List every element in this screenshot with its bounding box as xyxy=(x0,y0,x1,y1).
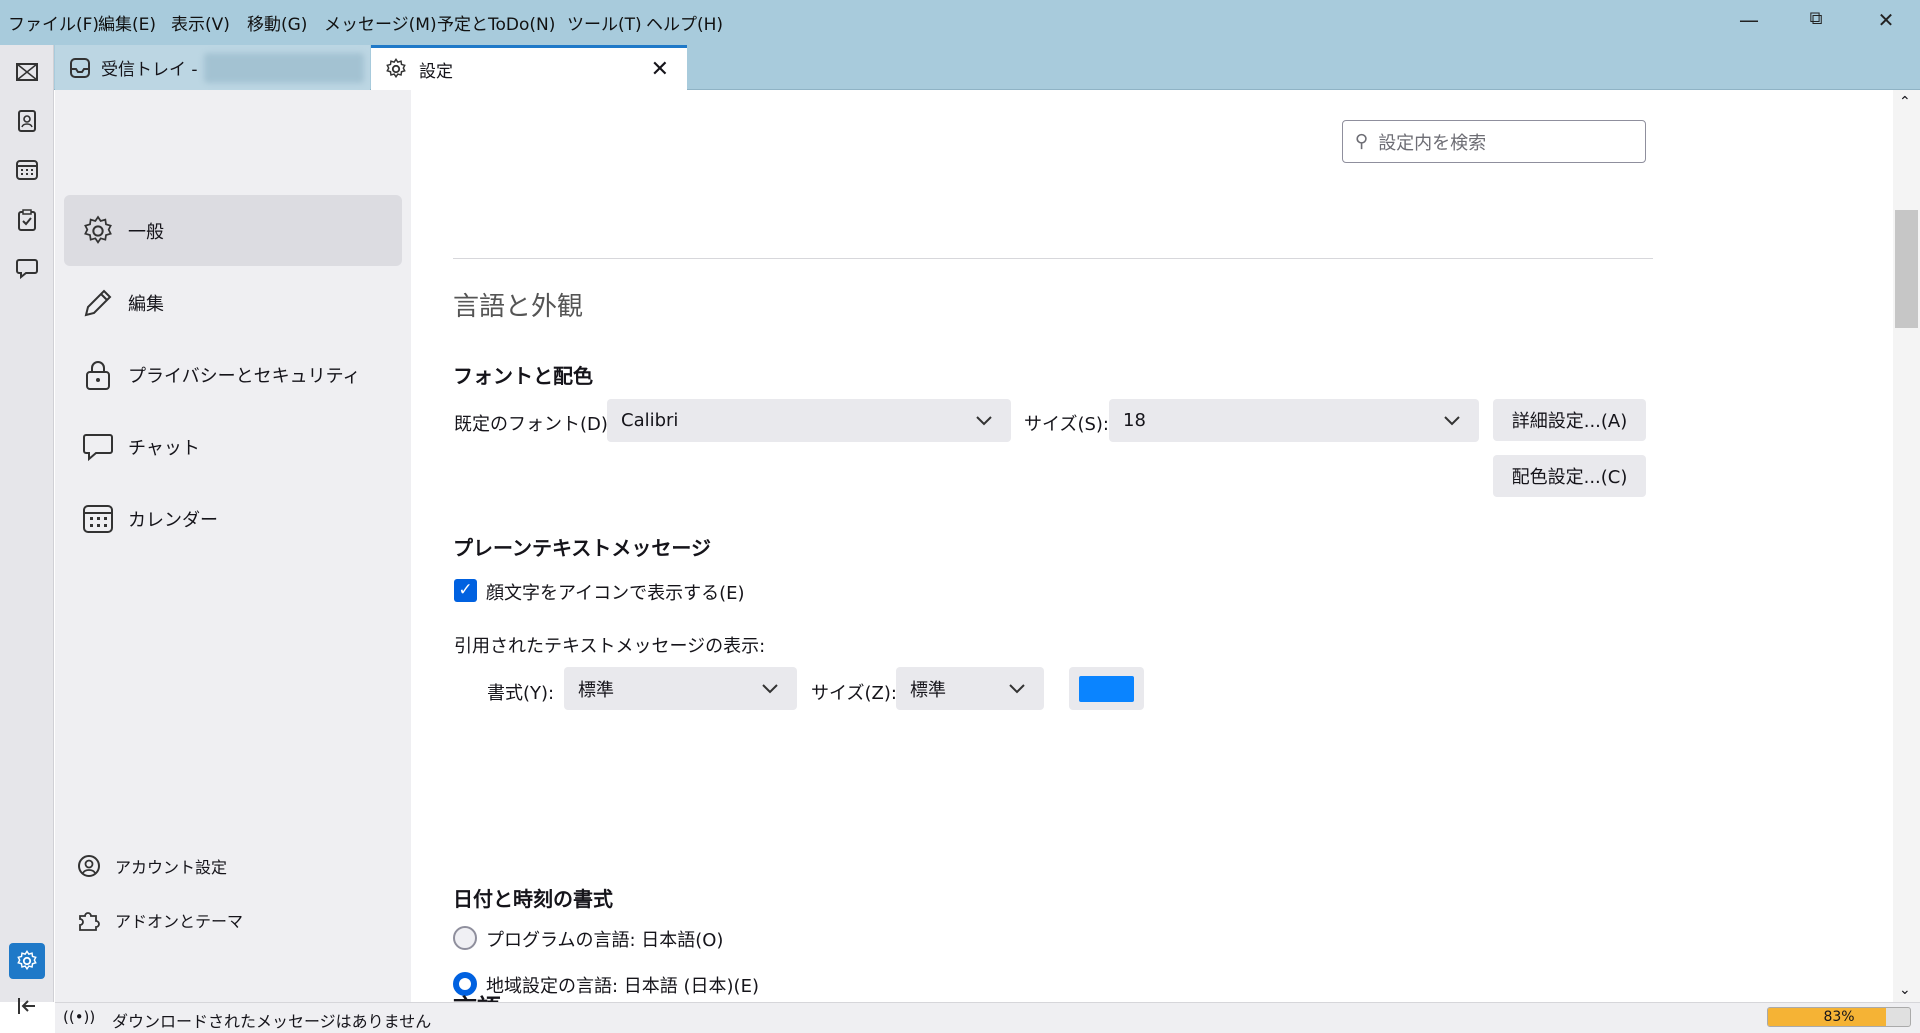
sidebar-item-label: 編集 xyxy=(128,293,164,315)
menu-message[interactable]: メッセージ(M) xyxy=(324,10,437,35)
datetime-heading: 日付と時刻の書式 xyxy=(453,887,613,911)
chevron-down-icon xyxy=(762,684,778,694)
font-size-select[interactable]: 18 xyxy=(1109,399,1479,442)
chevron-down-icon xyxy=(1444,416,1460,426)
emoticons-checkbox[interactable]: ✓ xyxy=(454,579,477,602)
divider xyxy=(453,258,1653,259)
select-value: Calibri xyxy=(621,410,679,431)
tab-settings[interactable]: 設定 ✕ xyxy=(371,45,687,90)
progress-bar: 83% xyxy=(1767,1007,1911,1027)
color-swatch xyxy=(1079,675,1134,702)
menu-events-tasks[interactable]: 予定とToDo(N) xyxy=(437,10,555,35)
account-name-blurred xyxy=(203,52,364,83)
language-heading: 言語 xyxy=(453,988,501,1002)
status-bar: ((•)) ダウンロードされたメッセージはありません 83% xyxy=(55,1002,1920,1033)
calendar-icon xyxy=(83,504,113,533)
account-settings-label: アカウント設定 xyxy=(115,858,228,877)
font-size-label: サイズ(S): xyxy=(1024,414,1109,435)
select-value: 標準 xyxy=(578,679,614,701)
chevron-down-icon xyxy=(1009,684,1025,694)
scroll-up-icon[interactable]: ⌃ xyxy=(1899,94,1911,110)
tab-inbox[interactable]: 受信トレイ - xyxy=(55,45,370,90)
default-font-select[interactable]: Calibri xyxy=(607,399,1011,442)
gear-icon xyxy=(386,58,406,79)
addons-themes-label: アドオンとテーマ xyxy=(115,912,244,931)
quote-size-select[interactable]: 標準 xyxy=(896,667,1044,710)
sidebar-item-general[interactable]: 一般 xyxy=(64,195,402,266)
select-value: 18 xyxy=(1123,410,1146,431)
settings-space-button[interactable] xyxy=(9,943,45,979)
calendar-icon[interactable] xyxy=(13,156,41,184)
tab-label: 受信トレイ - xyxy=(101,60,198,80)
menu-tools[interactable]: ツール(T) xyxy=(567,10,642,35)
radio-regional-locale-label[interactable]: 地域設定の言語: 日本語 (日本)(E) xyxy=(486,972,759,998)
search-icon: ⚲ xyxy=(1355,131,1369,152)
menu-help[interactable]: ヘルプ(H) xyxy=(646,10,723,35)
menu-view[interactable]: 表示(V) xyxy=(171,10,230,35)
progress-label: 83% xyxy=(1823,1009,1855,1025)
quoted-text-label: 引用されたテキストメッセージの表示: xyxy=(454,636,766,657)
emoticons-label[interactable]: 顔文字をアイコンで表示する(E) xyxy=(486,579,745,605)
status-text: ダウンロードされたメッセージはありません xyxy=(112,1012,432,1031)
chat-icon[interactable] xyxy=(13,255,41,283)
tab-label: 設定 xyxy=(419,61,453,82)
lock-icon xyxy=(86,360,110,390)
pencil-icon xyxy=(84,289,112,316)
puzzle-icon xyxy=(79,912,100,931)
settings-content: ⚲ 設定内を検索 言語と外観 フォントと配色 既定のフォント(D): Calib… xyxy=(411,90,1893,1002)
scrollbar[interactable]: ⌃ ⌄ xyxy=(1893,90,1920,1002)
select-value: 標準 xyxy=(910,679,946,701)
tab-bar: 受信トレイ - 設定 ✕ xyxy=(0,45,1920,90)
restore-button[interactable]: ⧉ xyxy=(1796,8,1836,36)
fonts-heading: フォントと配色 xyxy=(453,364,593,388)
account-settings-link[interactable]: アカウント設定 xyxy=(77,854,227,878)
mail-icon[interactable] xyxy=(13,58,41,86)
sidebar-item-chat[interactable]: チャット xyxy=(64,411,402,482)
address-book-icon[interactable] xyxy=(13,107,41,135)
sidebar-item-label: チャット xyxy=(128,437,200,459)
menu-bar: ファイル(F) 編集(E) 表示(V) 移動(G) メッセージ(M) 予定とTo… xyxy=(0,0,1920,45)
quote-style-label: 書式(Y): xyxy=(487,683,555,704)
sidebar-item-privacy[interactable]: プライバシーとセキュリティ xyxy=(64,339,402,410)
quote-color-picker[interactable] xyxy=(1069,667,1144,710)
sidebar-item-calendar[interactable]: カレンダー xyxy=(64,483,402,554)
sidebar-item-label: プライバシーとセキュリティ xyxy=(128,365,361,387)
menu-go[interactable]: 移動(G) xyxy=(247,10,307,35)
gear-icon xyxy=(84,214,112,244)
search-input[interactable]: ⚲ 設定内を検索 xyxy=(1342,120,1646,163)
colors-button[interactable]: 配色設定...(C) xyxy=(1493,455,1646,497)
scroll-down-icon[interactable]: ⌄ xyxy=(1899,982,1911,998)
quote-size-label: サイズ(Z): xyxy=(811,683,897,704)
online-status-icon[interactable]: ((•)) xyxy=(63,1008,95,1026)
chevron-down-icon xyxy=(976,416,992,426)
settings-sidebar: 一般 編集 プライバシーとセキュリティ チャット カレンダー アカウント設定 ア… xyxy=(55,90,411,1002)
menu-file[interactable]: ファイル(F) xyxy=(8,10,99,35)
close-window-button[interactable]: ✕ xyxy=(1866,8,1906,36)
spaces-toolbar xyxy=(0,45,54,1014)
inbox-icon xyxy=(70,57,90,78)
plaintext-heading: プレーンテキストメッセージ xyxy=(453,536,711,560)
minimize-button[interactable]: — xyxy=(1729,8,1769,36)
section-title: 言語と外観 xyxy=(453,292,584,322)
tasks-icon[interactable] xyxy=(13,206,41,234)
sidebar-item-label: カレンダー xyxy=(128,509,218,531)
collapse-toolbar-icon[interactable] xyxy=(13,992,41,1020)
default-font-label: 既定のフォント(D): xyxy=(454,414,614,435)
chat-icon xyxy=(83,433,113,461)
close-tab-icon[interactable]: ✕ xyxy=(651,57,669,82)
account-icon xyxy=(78,855,100,877)
addons-themes-link[interactable]: アドオンとテーマ xyxy=(77,908,243,932)
menu-edit[interactable]: 編集(E) xyxy=(98,10,156,35)
gear-icon xyxy=(17,950,37,971)
advanced-fonts-button[interactable]: 詳細設定...(A) xyxy=(1493,399,1646,441)
sidebar-item-label: 一般 xyxy=(128,221,164,243)
radio-app-locale-label[interactable]: プログラムの言語: 日本語(O) xyxy=(486,926,723,952)
radio-app-locale[interactable] xyxy=(453,926,477,950)
quote-style-select[interactable]: 標準 xyxy=(564,667,797,710)
sidebar-item-compose[interactable]: 編集 xyxy=(64,267,402,338)
search-placeholder: 設定内を検索 xyxy=(1378,132,1487,154)
scrollbar-thumb[interactable] xyxy=(1895,210,1918,328)
